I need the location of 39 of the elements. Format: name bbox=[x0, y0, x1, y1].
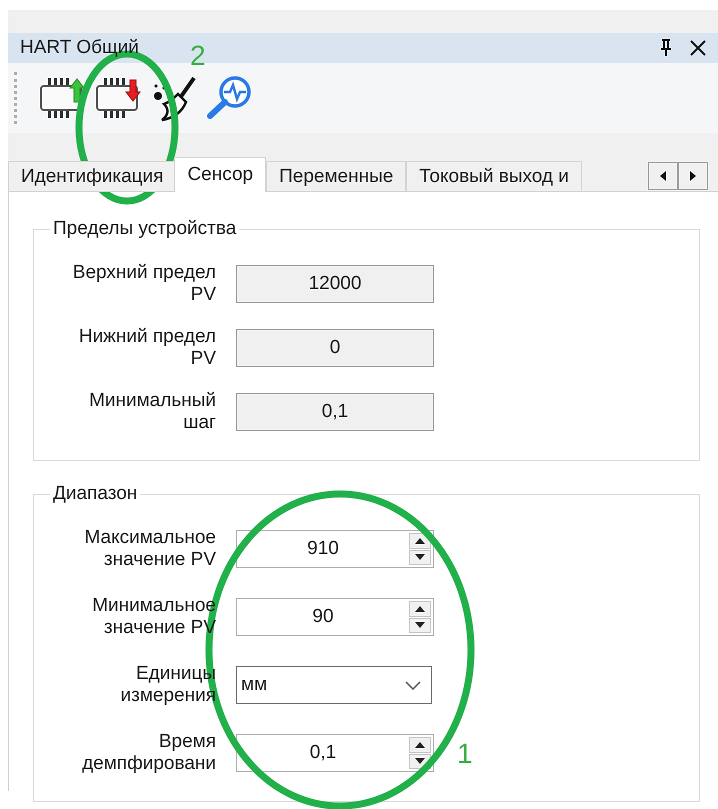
readonly-field: 0,1 bbox=[236, 393, 434, 431]
close-icon[interactable] bbox=[688, 38, 708, 58]
readonly-field: 0 bbox=[236, 329, 434, 367]
chip-download-icon bbox=[94, 76, 142, 120]
chevron-down-icon bbox=[405, 680, 421, 690]
chip-upload-icon bbox=[38, 76, 86, 120]
field-label: Время демпфировани bbox=[81, 731, 216, 775]
annotation-number: 1 bbox=[457, 738, 473, 770]
tab[interactable]: Сенсор bbox=[174, 157, 266, 192]
triangle-up-icon bbox=[415, 538, 425, 544]
scroll-left-button[interactable] bbox=[648, 162, 678, 190]
window-title: HART Общий bbox=[20, 37, 139, 59]
tab[interactable]: Токовый выход и bbox=[406, 161, 582, 192]
scroll-right-button[interactable] bbox=[678, 162, 708, 190]
triangle-up-icon bbox=[415, 742, 425, 748]
tab[interactable]: Переменные bbox=[266, 161, 406, 192]
tab[interactable]: Идентификация bbox=[8, 161, 176, 192]
units-dropdown[interactable]: мм bbox=[236, 666, 432, 704]
triangle-down-icon bbox=[415, 622, 425, 628]
field-label: Максимальное значение PV bbox=[84, 527, 216, 571]
spin-down-button[interactable] bbox=[409, 550, 431, 565]
spin-field[interactable]: 90 bbox=[236, 598, 434, 636]
triangle-down-icon bbox=[415, 758, 425, 764]
group-title: Пределы устройства bbox=[52, 218, 238, 240]
triangle-left-icon bbox=[660, 171, 666, 181]
field-label: Нижний предел PV bbox=[78, 326, 216, 370]
annotation-number: 2 bbox=[190, 40, 206, 72]
spin-up-button[interactable] bbox=[409, 737, 431, 752]
triangle-up-icon bbox=[415, 606, 425, 612]
spin-field[interactable]: 0,1 bbox=[236, 734, 434, 772]
field-label: Минимальный шаг bbox=[88, 390, 216, 434]
readonly-field: 12000 bbox=[236, 265, 434, 303]
field-label: Верхний предел PV bbox=[72, 262, 216, 306]
triangle-down-icon bbox=[415, 554, 425, 560]
triangle-right-icon bbox=[690, 171, 696, 181]
group-title: Диапазон bbox=[52, 483, 138, 505]
spin-down-button[interactable] bbox=[409, 618, 431, 633]
spin-up-button[interactable] bbox=[409, 601, 431, 616]
spin-field[interactable]: 910 bbox=[236, 530, 434, 568]
